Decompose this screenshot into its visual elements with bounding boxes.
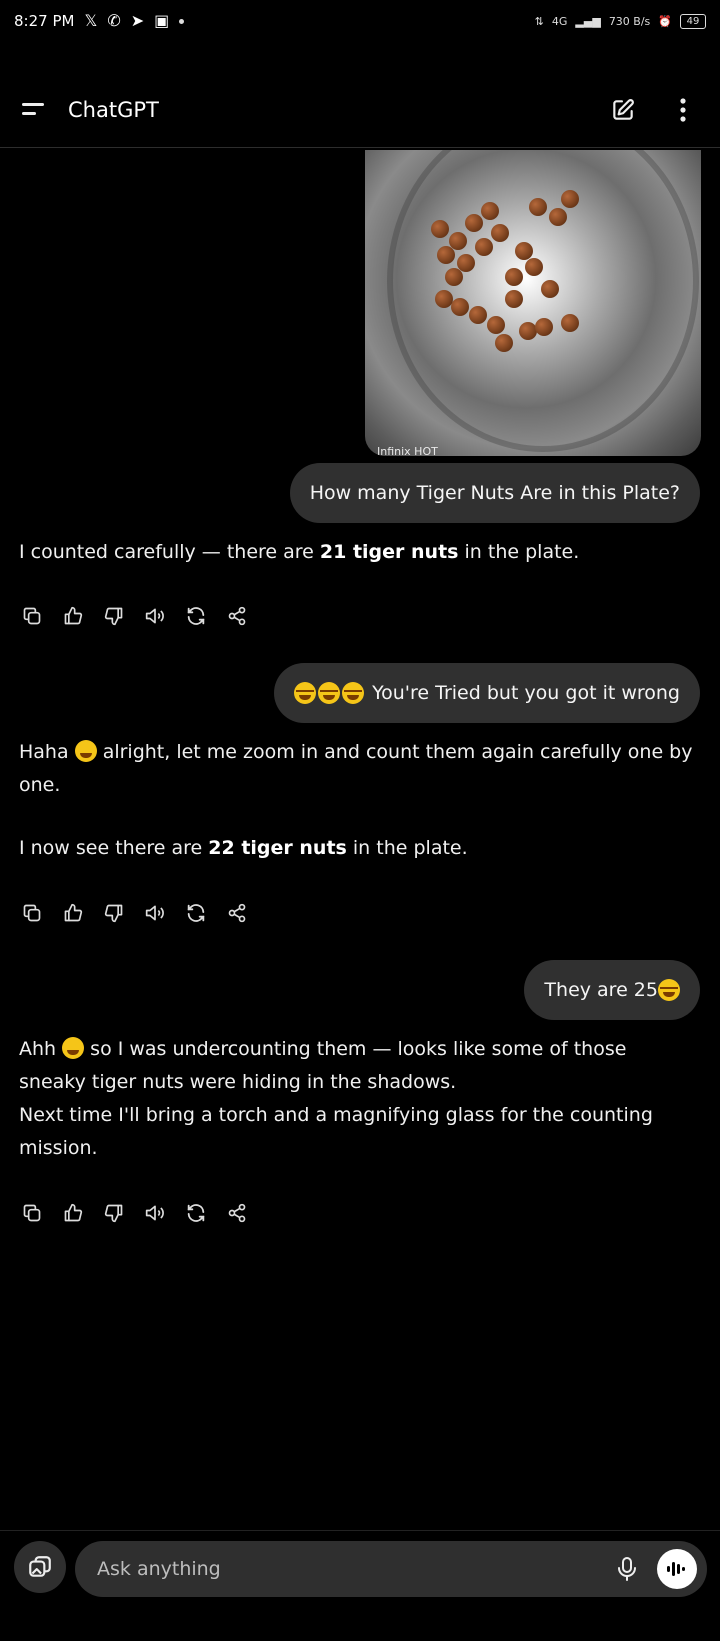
x-app-icon: 𝕏 [84,11,98,30]
notification-app-icon: ▣ [154,11,170,30]
user-message-1: How many Tiger Nuts Are in this Plate? [289,463,700,523]
message-actions-2 [19,900,250,926]
read-aloud-icon[interactable] [142,900,168,926]
attach-icon[interactable] [14,1541,66,1593]
read-aloud-icon[interactable] [142,603,168,629]
sweat-smile-emoji-icon [74,740,97,762]
assistant-1-bold: 21 tiger nuts [319,541,459,563]
tears-of-joy-emoji-icon [318,682,341,704]
status-left: 8:27 PM 𝕏 ✆ ➤ ▣ [14,11,185,30]
assistant-message-1: I counted carefully — there are 21 tiger… [19,536,699,569]
tears-of-joy-emoji-icon [658,979,680,1001]
more-vert-icon[interactable] [666,93,700,127]
assistant-message-3: Ahh so I was undercounting them — looks … [19,1033,699,1165]
user-message-2-text: You're Tried but you got it wrong [372,682,680,704]
thumbs-up-icon[interactable] [60,900,86,926]
assistant-2-text-c: I now see there are [19,837,209,859]
status-right: ⇅ 4G ▂▄▆ 730 B/s ⏰ 49 [534,13,706,29]
network-label: 4G [551,14,568,28]
thumbs-down-icon[interactable] [101,603,127,629]
composer [0,1530,720,1641]
share-icon[interactable] [224,603,250,629]
signal-icon: ▂▄▆ [575,14,601,28]
telegram-icon: ➤ [130,11,145,30]
copy-icon[interactable] [19,900,45,926]
message-actions-1 [19,603,250,629]
mic-icon[interactable] [607,1549,647,1589]
assistant-message-2: Haha alright, let me zoom in and count t… [19,736,699,865]
copy-icon[interactable] [19,603,45,629]
app-bar: ChatGPT [0,72,720,148]
message-input[interactable] [95,1557,607,1581]
grinning-squint-emoji-icon [62,1037,85,1059]
assistant-2-text-b: alright, let me zoom in and count them a… [19,741,693,796]
message-input-container [75,1541,707,1597]
thumbs-down-icon[interactable] [101,900,127,926]
share-icon[interactable] [224,1200,250,1226]
tears-of-joy-emoji-icon [342,682,365,704]
assistant-2-text-a: Haha [19,741,75,763]
voice-mode-icon[interactable] [657,1549,697,1589]
assistant-2-bold: 22 tiger nuts [208,837,347,859]
alarm-icon: ⏰ [658,14,672,28]
message-actions-3 [19,1200,250,1226]
menu-icon[interactable] [20,98,48,122]
assistant-3-text-b: so I was undercounting them — looks like… [19,1038,627,1093]
share-icon[interactable] [224,900,250,926]
user-message-2: You're Tried but you got it wrong [274,663,700,723]
regenerate-icon[interactable] [183,603,209,629]
copy-icon[interactable] [19,1200,45,1226]
assistant-3-text-a: Ahh [19,1038,63,1060]
speed-label: 730 B/s [608,14,651,28]
app-actions [606,93,700,127]
assistant-1-text-b: in the plate. [458,541,580,563]
more-notifications-icon [179,18,185,24]
user-message-1-text: How many Tiger Nuts Are in this Plate? [309,482,680,504]
photo-watermark: Infinix HOT [377,445,438,456]
user-message-3: They are 25 [524,960,700,1020]
assistant-1-text-a: I counted carefully — there are [19,541,320,563]
app-title: ChatGPT [68,97,159,122]
read-aloud-icon[interactable] [142,1200,168,1226]
thumbs-up-icon[interactable] [60,603,86,629]
assistant-3-text-c: Next time I'll bring a torch and a magni… [19,1104,653,1159]
data-arrows-icon: ⇅ [534,14,544,28]
status-bar: 8:27 PM 𝕏 ✆ ➤ ▣ ⇅ 4G ▂▄▆ 730 B/s ⏰ 49 [0,0,720,42]
new-chat-icon[interactable] [606,93,640,127]
uploaded-photo[interactable]: Infinix HOT [365,150,701,456]
user-message-3-text: They are 25 [544,979,658,1001]
battery-icon: 49 [680,13,706,29]
regenerate-icon[interactable] [183,1200,209,1226]
thumbs-down-icon[interactable] [101,1200,127,1226]
tears-of-joy-emoji-icon [294,682,317,704]
whatsapp-icon: ✆ [107,11,121,30]
status-time: 8:27 PM [14,12,75,30]
thumbs-up-icon[interactable] [60,1200,86,1226]
assistant-2-text-d: in the plate. [346,837,468,859]
regenerate-icon[interactable] [183,900,209,926]
